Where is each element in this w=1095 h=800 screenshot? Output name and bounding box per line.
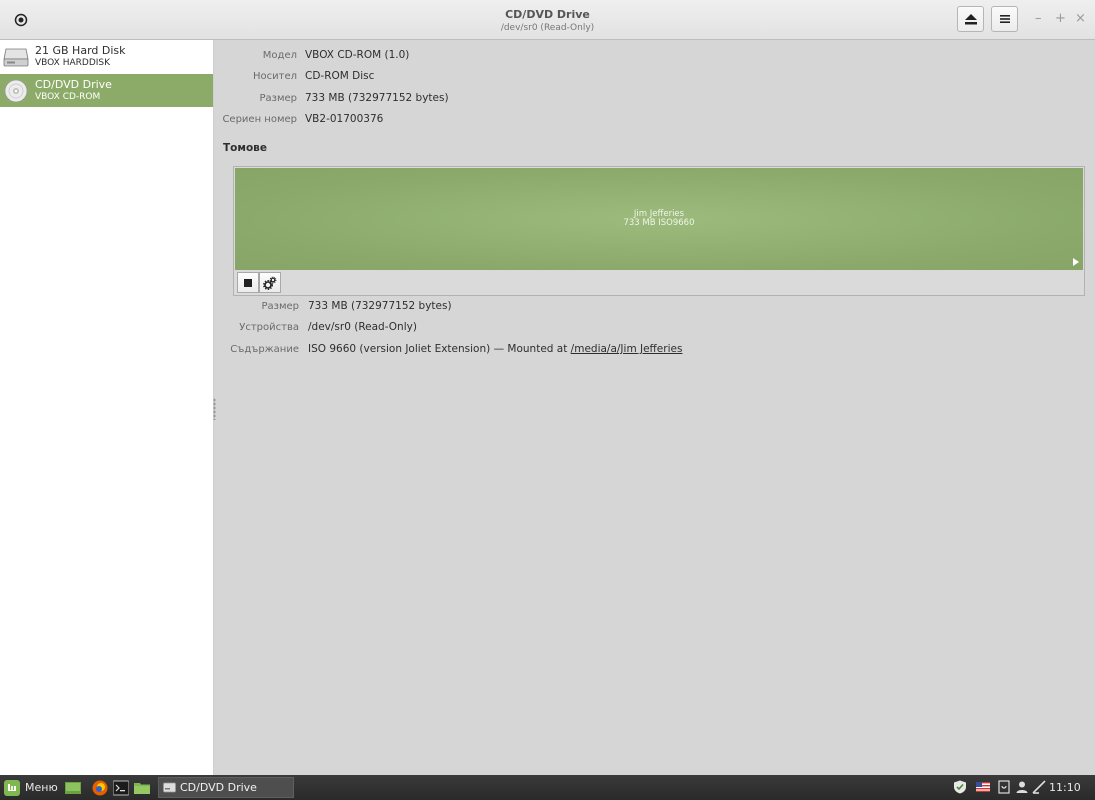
us-flag-icon[interactable] <box>976 780 990 794</box>
drive-name: CD/DVD Drive <box>35 78 112 91</box>
eject-icon <box>964 13 977 24</box>
eject-button[interactable] <box>957 6 984 32</box>
drive-name: 21 GB Hard Disk <box>35 44 126 57</box>
minimize-button[interactable]: – <box>1035 11 1042 27</box>
media-value: CD-ROM Disc <box>305 70 375 82</box>
start-menu-button[interactable]: Меню <box>4 779 58 796</box>
gears-icon <box>263 276 277 290</box>
volume-block[interactable]: Jim Jefferies 733 MB ISO9660 <box>235 168 1083 270</box>
menu-button[interactable] <box>991 6 1018 32</box>
drive-item-hard-disk[interactable]: 21 GB Hard Disk VBOX HARDDISK <box>0 40 213 73</box>
start-menu-label: Меню <box>25 781 58 794</box>
volume-settings-button[interactable] <box>259 272 281 293</box>
play-arrow-icon <box>1073 258 1079 266</box>
device-value: /dev/sr0 (Read-Only) <box>308 321 417 333</box>
disks-app-icon <box>163 782 176 793</box>
model-value: VBOX CD-ROM (1.0) <box>305 49 410 61</box>
hard-disk-icon <box>3 48 29 67</box>
files-icon[interactable] <box>134 780 150 796</box>
drive-model: VBOX CD-ROM <box>35 92 101 102</box>
serial-label: Сериен номер <box>222 114 297 125</box>
network-icon[interactable] <box>1032 780 1046 794</box>
size-label: Размер <box>259 93 297 104</box>
taskbar-window-button[interactable]: CD/DVD Drive <box>158 777 294 798</box>
volumes-heading: Томове <box>223 142 267 154</box>
shield-icon[interactable] <box>953 780 967 794</box>
partition-size-value: 733 MB (732977152 bytes) <box>308 300 452 312</box>
size-value: 733 MB (732977152 bytes) <box>305 92 449 104</box>
hamburger-icon <box>999 15 1010 23</box>
clock[interactable]: 11:10 <box>1049 781 1081 794</box>
user-icon[interactable] <box>1015 780 1029 794</box>
volume-description: 733 MB ISO9660 <box>623 218 695 228</box>
volume-map: Jim Jefferies 733 MB ISO9660 <box>233 166 1085 296</box>
partition-size-label: Размер <box>261 301 299 312</box>
volume-toolbar <box>235 270 1083 294</box>
model-label: Модел <box>262 50 297 61</box>
mount-path-link[interactable]: /media/a/Jim Jefferies <box>571 343 683 355</box>
drive-details: Модел VBOX CD-ROM (1.0) Носител CD-ROM D… <box>215 40 1095 775</box>
optical-disc-icon <box>4 79 28 103</box>
window-subtitle: /dev/sr0 (Read-Only) <box>500 23 595 33</box>
firefox-icon[interactable] <box>92 780 108 796</box>
unmount-button[interactable] <box>237 272 259 293</box>
title-bar: CD/DVD Drive /dev/sr0 (Read-Only) – + × <box>0 0 1095 40</box>
stop-icon <box>244 278 252 287</box>
contents-value: ISO 9660 (version Joliet Extension) — Mo… <box>308 343 682 355</box>
taskbar-window-label: CD/DVD Drive <box>180 781 257 794</box>
contents-label: Съдържание <box>230 344 299 355</box>
taskbar: Меню CD/DVD Drive 11:10 <box>0 775 1095 800</box>
drive-item-cd-dvd[interactable]: CD/DVD Drive VBOX CD-ROM <box>0 74 213 107</box>
show-desktop-icon[interactable] <box>65 780 81 796</box>
mint-logo-icon <box>4 779 20 796</box>
clipboard-icon[interactable] <box>997 780 1011 794</box>
device-label: Устройства <box>239 322 299 333</box>
window-title: CD/DVD Drive <box>505 8 590 21</box>
maximize-button[interactable]: + <box>1055 11 1066 27</box>
drive-model: VBOX HARDDISK <box>35 58 111 68</box>
media-label: Носител <box>252 71 297 82</box>
terminal-icon[interactable] <box>113 780 129 796</box>
serial-value: VB2-01700376 <box>305 113 384 125</box>
close-button[interactable]: × <box>1075 11 1086 27</box>
drive-list: 21 GB Hard Disk VBOX HARDDISK CD/DVD Dri… <box>0 40 214 775</box>
contents-text: ISO 9660 (version Joliet Extension) — Mo… <box>308 343 571 355</box>
